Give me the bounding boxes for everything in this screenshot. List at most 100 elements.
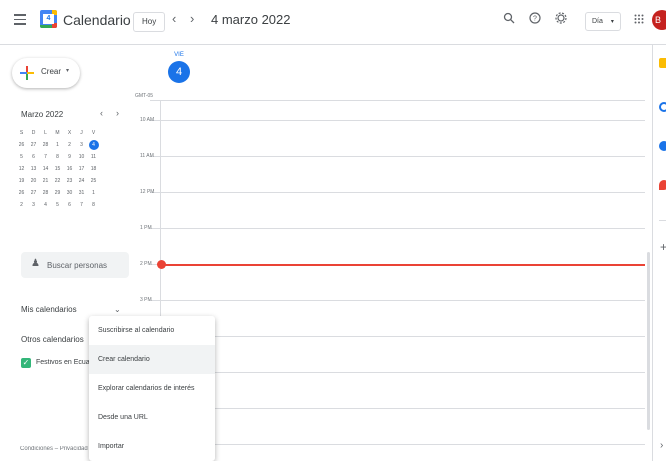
mini-calendar-day-number: 26 — [18, 190, 25, 196]
mini-calendar-day[interactable]: 6 — [28, 151, 40, 163]
add-addon-icon[interactable]: + — [660, 240, 666, 254]
menu-item[interactable]: Importar — [89, 432, 215, 461]
mini-calendar-day[interactable]: 20 — [28, 175, 40, 187]
create-button[interactable]: Crear ▾ — [12, 58, 80, 88]
today-button[interactable]: Hoy — [133, 12, 166, 32]
day-grid[interactable] — [160, 100, 646, 461]
mini-calendar-day[interactable]: 15 — [52, 163, 64, 175]
mini-calendar-day[interactable]: 3 — [28, 199, 40, 211]
mini-calendar-day[interactable]: 4 — [88, 139, 100, 151]
mini-calendar-day[interactable]: 8 — [88, 199, 100, 211]
mini-calendar-day[interactable]: 27 — [28, 187, 40, 199]
help-icon[interactable]: ? — [526, 11, 544, 29]
mini-calendar-day[interactable]: 27 — [28, 139, 40, 151]
mini-calendar: S D L M X J V 26 27 28 1 2 3 4 5 6 7 8 9 10 11 12 13 14 15 16 17 18… — [16, 127, 100, 211]
settings-gear-icon[interactable] — [552, 11, 570, 29]
panel-divider — [659, 220, 666, 221]
mini-calendar-day[interactable]: 9 — [64, 151, 76, 163]
mini-calendar-day[interactable]: 2 — [64, 139, 76, 151]
maps-icon[interactable] — [659, 180, 666, 190]
weekday-label: L — [44, 130, 47, 136]
mini-calendar-day-number: 5 — [20, 154, 23, 160]
mini-calendar-next-button[interactable]: › — [116, 108, 119, 118]
mini-calendar-day[interactable]: 31 — [76, 187, 88, 199]
account-avatar[interactable]: B — [652, 10, 666, 30]
mini-calendar-day[interactable]: 7 — [40, 151, 52, 163]
tasks-icon[interactable] — [659, 102, 666, 112]
main-menu-icon[interactable] — [14, 14, 26, 25]
menu-item[interactable]: Suscribirse al calendario — [89, 316, 215, 345]
mini-calendar-day[interactable]: 28 — [40, 187, 52, 199]
scrollbar[interactable] — [647, 252, 650, 430]
mini-calendar-day[interactable]: 13 — [28, 163, 40, 175]
calendar-checkbox[interactable]: ✓ — [21, 358, 31, 368]
mini-calendar-day-number: 13 — [30, 166, 37, 172]
mini-calendar-day[interactable]: 25 — [88, 175, 100, 187]
mini-calendar-week: 5 6 7 8 9 10 11 — [16, 151, 100, 163]
view-selector-label: Día — [592, 18, 603, 25]
next-day-button[interactable]: › — [190, 11, 194, 26]
mini-calendar-day[interactable]: 19 — [16, 175, 28, 187]
hour-gridline — [150, 100, 645, 101]
search-people-field[interactable]: ♟ Buscar personas — [21, 252, 129, 278]
menu-item[interactable]: Explorar calendarios de interés — [89, 374, 215, 403]
mini-calendar-day[interactable]: 23 — [64, 175, 76, 187]
chevron-down-icon[interactable]: ⌄ — [114, 305, 121, 314]
view-selector[interactable]: Día ▾ — [585, 12, 621, 31]
mini-calendar-day[interactable]: 8 — [52, 151, 64, 163]
mini-calendar-day[interactable]: 21 — [40, 175, 52, 187]
search-icon[interactable] — [500, 11, 518, 29]
contacts-icon[interactable] — [659, 141, 666, 151]
hour-gridline — [150, 192, 645, 193]
side-panel: + › — [652, 45, 666, 461]
mini-calendar-day[interactable]: 1 — [88, 187, 100, 199]
mini-calendar-prev-button[interactable]: ‹ — [100, 108, 103, 118]
mini-calendar-day-number: 12 — [18, 166, 25, 172]
mini-calendar-day-number: 22 — [54, 178, 61, 184]
apps-grid-icon[interactable] — [630, 11, 648, 29]
mini-calendar-day[interactable]: 24 — [76, 175, 88, 187]
weekday-label: J — [80, 130, 83, 136]
mini-calendar-day[interactable]: 22 — [52, 175, 64, 187]
mini-calendar-day[interactable]: 28 — [40, 139, 52, 151]
mini-calendar-day[interactable]: 7 — [76, 199, 88, 211]
previous-day-button[interactable]: ‹ — [172, 11, 176, 26]
day-number[interactable]: 4 — [168, 61, 190, 83]
current-date-title: 4 marzo 2022 — [211, 12, 291, 27]
mini-calendar-day[interactable]: 18 — [88, 163, 100, 175]
mini-calendar-day[interactable]: 2 — [16, 199, 28, 211]
menu-item[interactable]: Crear calendario — [89, 345, 215, 374]
calendar-item-label[interactable]: Festivos en Ecuador — [36, 359, 90, 366]
my-calendars-header[interactable]: Mis calendarios — [21, 305, 77, 314]
mini-calendar-day[interactable]: 26 — [16, 187, 28, 199]
mini-calendar-day[interactable]: 11 — [88, 151, 100, 163]
mini-calendar-day[interactable]: 12 — [16, 163, 28, 175]
mini-calendar-day[interactable]: 26 — [16, 139, 28, 151]
mini-calendar-day[interactable]: 1 — [52, 139, 64, 151]
mini-calendar-day[interactable]: 5 — [52, 199, 64, 211]
menu-item[interactable]: Desde una URL — [89, 403, 215, 432]
mini-calendar-day[interactable]: 17 — [76, 163, 88, 175]
mini-calendar-day-number: 16 — [66, 166, 73, 172]
mini-calendar-day[interactable]: 14 — [40, 163, 52, 175]
other-calendars-header[interactable]: Otros calendarios — [21, 335, 84, 344]
mini-calendar-week: 26 27 28 1 2 3 4 — [16, 139, 100, 151]
logo-day-number: 4 — [43, 14, 54, 24]
weekday-label: X — [67, 130, 72, 136]
mini-calendar-day[interactable]: 5 — [16, 151, 28, 163]
terms-privacy-link[interactable]: Condiciones – Privacidad — [20, 446, 90, 452]
chevron-right-icon[interactable]: › — [660, 440, 663, 451]
mini-calendar-day[interactable]: 6 — [64, 199, 76, 211]
mini-calendar-day-number: 5 — [56, 202, 59, 208]
mini-calendar-day[interactable]: 3 — [76, 139, 88, 151]
mini-calendar-day[interactable]: 29 — [52, 187, 64, 199]
weekday-label: S — [19, 130, 24, 136]
mini-calendar-day[interactable]: 10 — [76, 151, 88, 163]
keep-icon[interactable] — [659, 58, 666, 68]
mini-calendar-day[interactable]: 4 — [40, 199, 52, 211]
mini-calendar-day-number: 18 — [90, 166, 97, 172]
app-title[interactable]: Calendario — [63, 12, 131, 28]
mini-calendar-day[interactable]: 30 — [64, 187, 76, 199]
hour-gridline — [150, 228, 645, 229]
mini-calendar-day[interactable]: 16 — [64, 163, 76, 175]
